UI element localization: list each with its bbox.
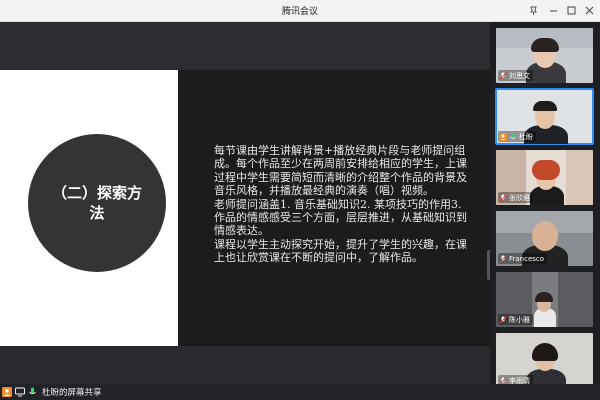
participant-name: 刘思文 — [509, 71, 530, 80]
participant-tile-active[interactable]: 杜盼 — [495, 88, 594, 145]
participant-tile[interactable]: 李雨晴 — [496, 333, 593, 388]
stage-top-strip — [0, 22, 490, 68]
participant-name: 张欣雅 — [509, 193, 530, 202]
slide-body-text: 每节课由学生讲解背景+播放经典片段与老师提问组成。每个作品至少在两周前安排给相应… — [214, 144, 470, 265]
participant-name-tag: 杜盼 — [498, 131, 536, 142]
user-icon — [2, 387, 12, 397]
screen-share-icon — [15, 387, 25, 397]
participant-tile[interactable]: 陈小雅 — [496, 272, 593, 327]
slide-paragraph: 课程以学生主动探究开始，提升了学生的兴趣，在课上也让欣赏课在不断的提问中，了解作… — [214, 237, 467, 265]
close-icon[interactable] — [582, 3, 596, 17]
user-icon — [499, 132, 507, 141]
slide-left-panel: （二）探索方法 — [0, 70, 178, 346]
mic-icon — [29, 387, 36, 395]
participant-name-tag: Francesco — [498, 253, 548, 264]
presentation-slide: （二）探索方法 每节课由学生讲解背景+播放经典片段与老师提问组成。每个作品至少在… — [0, 70, 490, 346]
participant-name: Francesco — [509, 254, 545, 263]
participant-name: 杜盼 — [519, 132, 533, 141]
slide-right-panel: 每节课由学生讲解背景+播放经典片段与老师提问组成。每个作品至少在两周前安排给相应… — [178, 70, 490, 346]
mic-muted-icon — [499, 193, 507, 202]
shared-screen-area: （二）探索方法 每节课由学生讲解背景+播放经典片段与老师提问组成。每个作品至少在… — [0, 22, 491, 384]
screen-share-indicator[interactable]: 杜盼的屏幕共享 — [2, 385, 102, 399]
screen-share-label: 杜盼的屏幕共享 — [42, 388, 102, 398]
participant-name-tag: 陈小雅 — [498, 314, 533, 325]
participant-tile[interactable]: 张欣雅 — [496, 150, 593, 205]
participant-name-tag: 刘思文 — [498, 70, 533, 81]
participants-panel: 刘思文 杜盼 张欣雅 Francesco 陈小雅 李雨晴 — [490, 22, 600, 388]
slide-paragraph: 老师提问涵盖1. 音乐基础知识2. 某项技巧的作用3. 作品的情感感受三个方面，… — [214, 197, 467, 238]
participant-name: 陈小雅 — [509, 315, 530, 324]
mic-muted-icon — [499, 254, 507, 263]
window-titlebar: 腾讯会议 — [0, 0, 600, 22]
mic-muted-icon — [499, 315, 507, 324]
section-circle: （二）探索方法 — [28, 134, 166, 272]
maximize-icon[interactable] — [564, 3, 578, 17]
slide-paragraph: 每节课由学生讲解背景+播放经典片段与老师提问组成。每个作品至少在两周前安排给相应… — [214, 144, 467, 198]
participant-tile[interactable]: Francesco — [496, 211, 593, 266]
pin-icon[interactable] — [526, 3, 540, 17]
window-title: 腾讯会议 — [281, 7, 318, 17]
mic-muted-icon — [499, 71, 507, 80]
participant-tile[interactable]: 刘思文 — [496, 28, 593, 83]
mic-icon — [510, 133, 516, 139]
participant-name-tag: 张欣雅 — [498, 192, 533, 203]
bottom-status-bar: 杜盼的屏幕共享 — [0, 384, 600, 400]
section-title: （二）探索方法 — [51, 184, 142, 222]
minimize-icon[interactable] — [546, 3, 560, 17]
